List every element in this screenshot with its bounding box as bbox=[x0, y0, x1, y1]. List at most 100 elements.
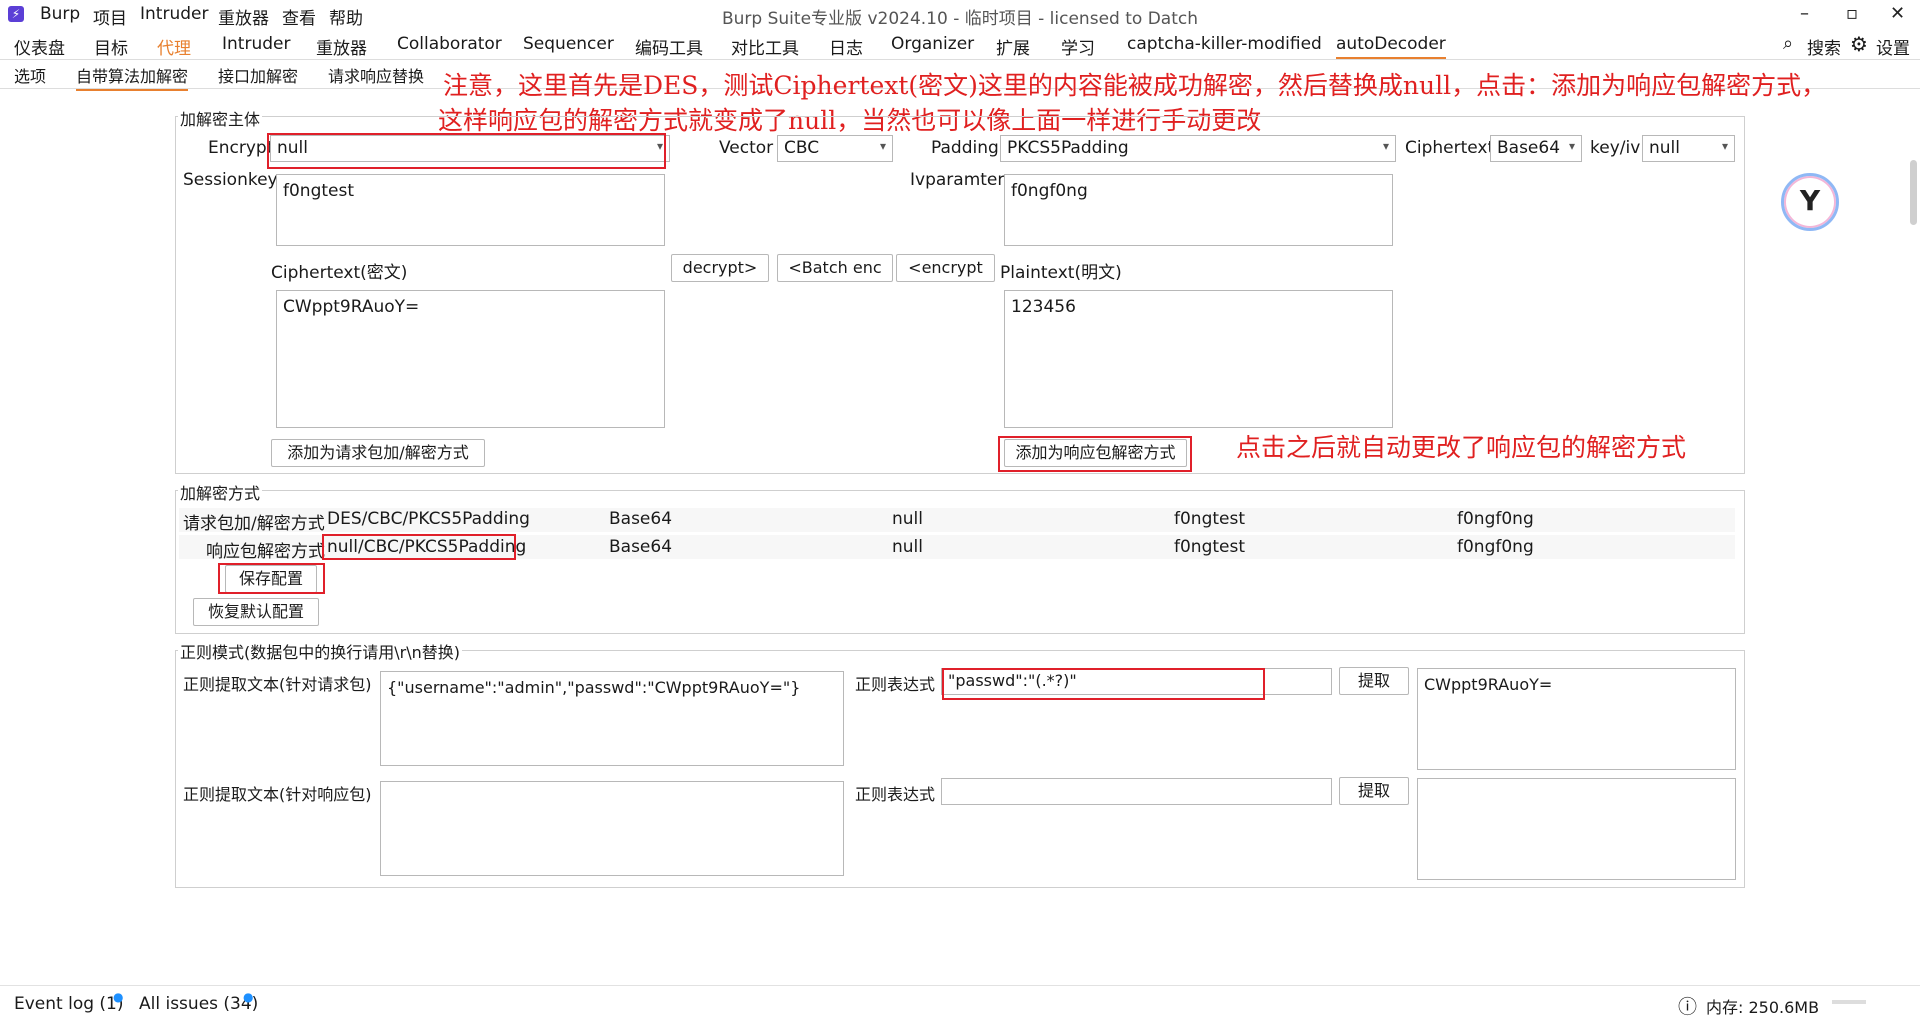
req-text-field[interactable]: {"username":"admin","passwd":"CWppt9RAuo… bbox=[380, 671, 844, 766]
ivparamter-field[interactable]: f0ngf0ng bbox=[1004, 174, 1393, 246]
issues-dot-icon: ● bbox=[243, 990, 254, 1004]
restore-default-button[interactable]: 恢复默认配置 bbox=[193, 598, 319, 626]
tab-captcha-killer[interactable]: captcha-killer-modified bbox=[1127, 34, 1322, 54]
highlight-add-response bbox=[998, 436, 1192, 472]
tab-dashboard[interactable]: 仪表盘 bbox=[14, 34, 65, 59]
request-method-iv: f0ngf0ng bbox=[1457, 509, 1534, 529]
ciphertext-label: Ciphertext(密文) bbox=[271, 263, 408, 283]
plaintext-field[interactable]: 123456 bbox=[1004, 290, 1393, 428]
batch-enc-button[interactable]: <Batch enc bbox=[777, 254, 893, 282]
sessionkey-label: Sessionkey bbox=[183, 170, 278, 190]
response-method-key: f0ngtest bbox=[1174, 537, 1246, 557]
response-method-label: 响应包解密方式 bbox=[206, 542, 325, 562]
crypto-panel-title: 加解密主体 bbox=[178, 106, 263, 130]
request-method-mode: DES/CBC/PKCS5Padding bbox=[327, 509, 530, 529]
tab-decoder[interactable]: 编码工具 bbox=[635, 34, 703, 59]
keyiv-value: null bbox=[1649, 138, 1680, 158]
chevron-down-icon: ▾ bbox=[1382, 139, 1389, 153]
encrypt-button[interactable]: <encrypt bbox=[896, 254, 995, 282]
minimize-button[interactable]: – bbox=[1800, 3, 1809, 24]
settings-label[interactable]: 设置 bbox=[1876, 34, 1910, 59]
request-method-label: 请求包加/解密方式 bbox=[183, 514, 325, 534]
tab-sequencer[interactable]: Sequencer bbox=[523, 34, 614, 54]
tab-comparer[interactable]: 对比工具 bbox=[731, 34, 799, 59]
encrypt-label: Encrypt bbox=[208, 138, 274, 158]
req-result-field[interactable]: CWppt9RAuoY= bbox=[1417, 668, 1736, 770]
ciphertext-format-label: Ciphertext bbox=[1405, 138, 1495, 158]
sessionkey-field[interactable]: f0ngtest bbox=[276, 174, 665, 246]
all-issues-link[interactable]: All issues (34) bbox=[139, 994, 258, 1014]
memory-bar bbox=[1832, 1000, 1866, 1004]
annotation-side-note: 点击之后就自动更改了响应包的解密方式 bbox=[1236, 433, 1687, 462]
tab-proxy[interactable]: 代理 bbox=[157, 34, 191, 59]
ciphertext-format-value: Base64 bbox=[1497, 138, 1561, 158]
vector-value: CBC bbox=[784, 138, 820, 158]
highlight-save-config bbox=[218, 563, 325, 594]
event-log-dot-icon: ● bbox=[113, 990, 124, 1004]
plaintext-label: Plaintext(明文) bbox=[1000, 263, 1122, 283]
ciphertext-field[interactable]: CWppt9RAuoY= bbox=[276, 290, 665, 428]
resp-extract-button[interactable]: 提取 bbox=[1339, 777, 1409, 805]
maximize-button[interactable]: ▫ bbox=[1846, 3, 1858, 24]
main-tabs: 仪表盘 目标 代理 Intruder 重放器 Collaborator Sequ… bbox=[0, 30, 1920, 60]
status-bar: Event log (1) ● All issues (34) ● ⓘ 内存: … bbox=[0, 985, 1920, 1020]
gear-icon[interactable]: ⚙ bbox=[1850, 32, 1868, 56]
search-icon[interactable]: ⌕ bbox=[1783, 33, 1793, 54]
resp-result-field[interactable] bbox=[1417, 778, 1736, 880]
tab-target[interactable]: 目标 bbox=[94, 34, 128, 59]
response-method-keyiv: null bbox=[892, 537, 923, 557]
subtab-api-crypto[interactable]: 接口加解密 bbox=[218, 63, 298, 87]
info-icon: ⓘ bbox=[1678, 996, 1698, 1018]
ivparamter-label: Ivparamter bbox=[910, 170, 1005, 190]
request-method-key: f0ngtest bbox=[1174, 509, 1246, 529]
highlight-response-mode bbox=[322, 534, 516, 560]
memory-usage: 内存: 250.6MB bbox=[1706, 998, 1820, 1017]
methods-panel-title: 加解密方式 bbox=[178, 480, 263, 504]
tab-autodecoder[interactable]: autoDecoder bbox=[1336, 34, 1446, 59]
resp-text-label: 正则提取文本(针对响应包) bbox=[183, 785, 372, 804]
tab-learn[interactable]: 学习 bbox=[1061, 34, 1095, 59]
keyiv-label: key/iv bbox=[1590, 138, 1641, 158]
highlight-req-regex bbox=[942, 668, 1265, 700]
tab-intruder[interactable]: Intruder bbox=[222, 34, 290, 54]
padding-label: Padding bbox=[931, 138, 999, 158]
tab-extensions[interactable]: 扩展 bbox=[996, 34, 1030, 59]
padding-value: PKCS5Padding bbox=[1007, 138, 1129, 158]
request-method-format: Base64 bbox=[609, 509, 673, 529]
padding-select[interactable]: PKCS5Padding ▾ bbox=[1000, 135, 1396, 162]
title-bar: ⚡ Burp 项目 Intruder 重放器 查看 帮助 Burp Suite专… bbox=[0, 0, 1920, 30]
req-regex-label: 正则表达式 bbox=[855, 675, 936, 694]
chevron-down-icon: ▾ bbox=[879, 139, 886, 153]
req-extract-button[interactable]: 提取 bbox=[1339, 667, 1409, 695]
vector-select[interactable]: CBC ▾ bbox=[777, 135, 893, 162]
event-log-link[interactable]: Event log (1) bbox=[14, 994, 124, 1014]
highlight-encrypt bbox=[267, 133, 666, 169]
window-title: Burp Suite专业版 v2024.10 - 临时项目 - licensed… bbox=[722, 9, 1198, 29]
tab-organizer[interactable]: Organizer bbox=[891, 34, 974, 54]
vector-label: Vector bbox=[719, 138, 774, 158]
chevron-down-icon: ▾ bbox=[1568, 139, 1575, 153]
response-method-format: Base64 bbox=[609, 537, 673, 557]
close-button[interactable]: ✕ bbox=[1890, 3, 1905, 24]
decrypt-button[interactable]: decrypt> bbox=[671, 254, 769, 282]
regex-panel-title: 正则模式(数据包中的换行请用\r\n替换) bbox=[178, 639, 462, 663]
subtab-builtin-crypto[interactable]: 自带算法加解密 bbox=[76, 63, 189, 91]
subtab-req-resp-replace[interactable]: 请求响应替换 bbox=[328, 63, 424, 87]
resp-regex-input[interactable] bbox=[941, 778, 1332, 805]
annotation-top-line1: 注意，这里首先是DES，测试Ciphertext(密文)这里的内容能被成功解密，… bbox=[443, 71, 1827, 100]
response-method-iv: f0ngf0ng bbox=[1457, 537, 1534, 557]
subtab-options[interactable]: 选项 bbox=[14, 63, 46, 87]
chevron-down-icon: ▾ bbox=[1721, 139, 1728, 153]
keyiv-select[interactable]: null ▾ bbox=[1642, 135, 1735, 162]
search-label[interactable]: 搜索 bbox=[1807, 34, 1841, 59]
add-request-crypto-button[interactable]: 添加为请求包加/解密方式 bbox=[271, 439, 485, 467]
request-method-keyiv: null bbox=[892, 509, 923, 529]
tab-repeater[interactable]: 重放器 bbox=[316, 34, 367, 59]
scrollbar[interactable] bbox=[1910, 160, 1917, 225]
req-text-label: 正则提取文本(针对请求包) bbox=[183, 675, 372, 694]
ciphertext-format-select[interactable]: Base64 ▾ bbox=[1490, 135, 1582, 162]
assistant-floating-icon[interactable]: Y bbox=[1781, 173, 1839, 231]
tab-collaborator[interactable]: Collaborator bbox=[397, 34, 502, 54]
tab-logger[interactable]: 日志 bbox=[829, 34, 863, 59]
resp-text-field[interactable] bbox=[380, 781, 844, 876]
